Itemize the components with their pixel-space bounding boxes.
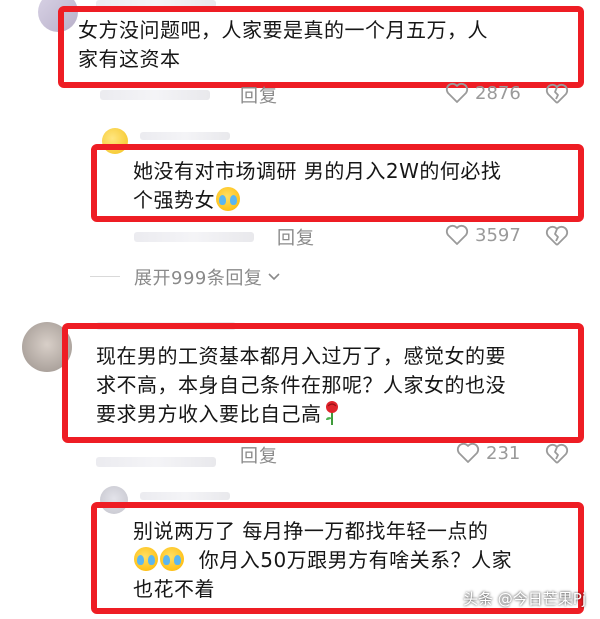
rose-emoji (322, 400, 342, 426)
comment-line: 也花不着 (133, 577, 215, 601)
crying-laughing-emoji (160, 547, 184, 571)
comment-line: 别说两万了 每月挣一万都找年轻一点的 (133, 519, 489, 543)
comment-line: 个强势女 (133, 186, 501, 215)
like-group: 231 (456, 442, 520, 464)
comment-line: 家有这资本 (78, 47, 181, 71)
expand-replies-label: 展开999条回复 (134, 268, 263, 289)
like-count: 2876 (475, 82, 521, 104)
broken-heart-icon[interactable] (545, 225, 569, 247)
username-placeholder (140, 492, 230, 500)
heart-icon[interactable] (445, 224, 469, 246)
comment-text: 现在男的工资基本都月入过万了，感觉女的要 求不高，本身自己条件在那呢？人家女的也… (96, 342, 506, 429)
watermark: 头条 @今日芒果Pj (463, 590, 586, 608)
reply-button[interactable]: 回复 (240, 442, 278, 468)
like-group: 3597 (445, 224, 521, 246)
broken-heart-icon[interactable] (545, 443, 569, 465)
comment-actions: 回复 (240, 82, 278, 108)
crying-laughing-emoji (134, 547, 158, 571)
comment-actions: 回复 (277, 224, 315, 250)
username-placeholder (140, 132, 230, 140)
timestamp-placeholder (100, 90, 210, 100)
comment-text: 别说两万了 每月挣一万都找年轻一点的 你月入50万跟男方有啥关系？人家 也花不着 (133, 517, 512, 604)
like-count: 231 (486, 442, 521, 464)
comment-text: 她没有对市场调研 男的月入2W的何必找 个强势女 (133, 157, 501, 215)
like-count: 3597 (475, 224, 521, 246)
timestamp-placeholder (134, 232, 254, 242)
heart-icon[interactable] (445, 82, 469, 104)
like-group: 2876 (445, 82, 521, 104)
divider (90, 276, 120, 277)
comment-line: 她没有对市场调研 男的月入2W的何必找 (133, 159, 502, 183)
comment-line: 求不高，本身自己条件在那呢？人家女的也没 (96, 373, 506, 397)
broken-heart-icon[interactable] (545, 83, 569, 105)
reply-button[interactable]: 回复 (277, 224, 315, 250)
reply-button[interactable]: 回复 (240, 82, 278, 108)
chevron-down-icon (266, 267, 282, 288)
comment-line: 女方没问题吧，人家要是真的一个月五万，人 (78, 18, 488, 42)
comment-line: 你月入50万跟男方有啥关系？人家 (133, 546, 512, 575)
heart-icon[interactable] (456, 442, 480, 464)
comment-line: 要求男方收入要比自己高 (96, 400, 506, 429)
comment-line: 现在男的工资基本都月入过万了，感觉女的要 (96, 344, 506, 368)
comment-actions: 回复 (240, 442, 278, 468)
crying-laughing-emoji (216, 187, 240, 211)
comment-text: 女方没问题吧，人家要是真的一个月五万，人 家有这资本 (78, 16, 488, 74)
timestamp-placeholder (96, 457, 216, 467)
expand-replies-button[interactable]: 展开999条回复 (134, 264, 282, 290)
